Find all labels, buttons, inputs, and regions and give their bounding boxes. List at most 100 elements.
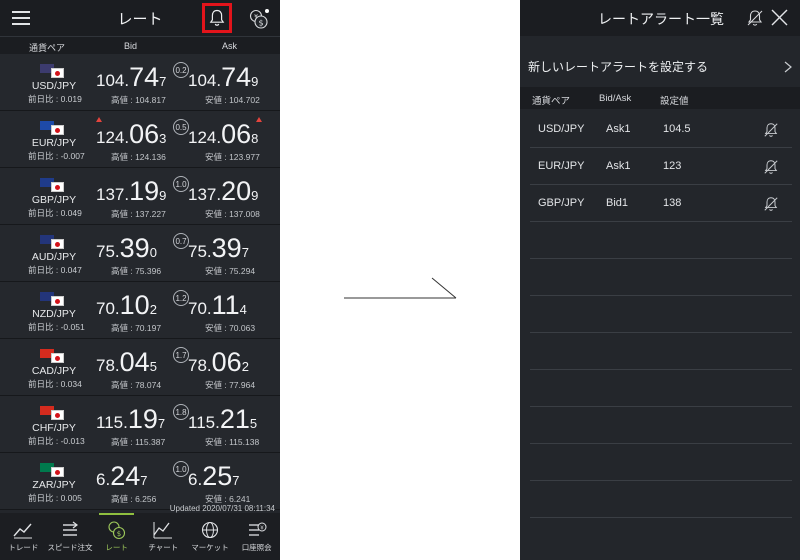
- bid-price-head: 70.: [96, 299, 120, 318]
- rate-screen: レート $ ¥ 通貨ペア Bid Ask USD/JPY 前日比 : 0.019…: [0, 0, 280, 560]
- tab-label: マーケット: [191, 543, 229, 552]
- rate-row[interactable]: EUR/JPY 前日比 : -0.007 124.063 0.5 124.068…: [0, 111, 280, 168]
- empty-alert-row: [530, 370, 792, 407]
- new-alert-label: 新しいレートアラートを設定する: [528, 60, 709, 74]
- ask-price[interactable]: 104.749: [188, 62, 258, 92]
- new-alert-button[interactable]: 新しいレートアラートを設定する: [520, 50, 800, 84]
- high-price: 高値 : 75.396: [111, 266, 162, 276]
- spread-badge: 1.8: [173, 404, 189, 420]
- low-price: 安値 : 77.964: [205, 380, 256, 390]
- bid-price-head: 124.: [96, 128, 130, 147]
- pair-name: AUD/JPY: [31, 251, 77, 263]
- currency-flag-icon: [40, 463, 64, 477]
- globe-icon: [201, 521, 219, 539]
- alert-row[interactable]: EUR/JPY Ask1 123: [530, 148, 792, 185]
- bid-price[interactable]: 124.063: [96, 119, 166, 149]
- low-price: 安値 : 115.138: [205, 437, 260, 447]
- bid-price[interactable]: 115.197: [96, 404, 165, 434]
- delete-alert-bell-off-icon[interactable]: [763, 159, 779, 175]
- alert-row[interactable]: USD/JPY Ask1 104.5: [530, 111, 792, 148]
- alert-value: 138: [663, 197, 682, 209]
- bid-price-head: 115.: [96, 413, 128, 432]
- high-price: 高値 : 104.817: [111, 95, 166, 105]
- currency-flag-icon: [40, 292, 64, 306]
- col-pair: 通貨ペア: [532, 96, 571, 107]
- rate-row[interactable]: AUD/JPY 前日比 : 0.047 75.390 0.7 75.397 高値…: [0, 225, 280, 282]
- alert-pair: GBP/JPY: [538, 197, 585, 209]
- tab-speed-order[interactable]: スピード注文: [47, 513, 94, 560]
- currency-coin-icon[interactable]: $ ¥: [248, 8, 270, 30]
- spread-badge: 0.5: [173, 119, 189, 135]
- col-ask: Ask: [222, 41, 238, 51]
- bid-price-big: 74: [129, 62, 160, 92]
- ask-price[interactable]: 6.257: [188, 461, 239, 491]
- ask-price[interactable]: 137.209: [188, 176, 258, 206]
- bid-price[interactable]: 75.390: [96, 233, 157, 263]
- col-bid-ask: Bid/Ask: [599, 93, 632, 104]
- rate-row[interactable]: USD/JPY 前日比 : 0.019 104.747 0.2 104.749 …: [0, 54, 280, 111]
- rate-row[interactable]: CAD/JPY 前日比 : 0.034 78.045 1.7 78.062 高値…: [0, 339, 280, 396]
- bid-price-tail: 7: [157, 416, 166, 431]
- ask-price[interactable]: 75.397: [188, 233, 249, 263]
- bid-price-head: 78.: [96, 356, 120, 375]
- rate-row[interactable]: GBP/JPY 前日比 : 0.049 137.199 1.0 137.209 …: [0, 168, 280, 225]
- ask-price[interactable]: 78.062: [188, 347, 249, 377]
- ask-price-tail: 9: [251, 74, 259, 89]
- rate-alert-button[interactable]: [202, 3, 232, 33]
- low-price: 安値 : 70.063: [205, 323, 256, 333]
- ask-price-big: 21: [219, 404, 250, 434]
- low-price: 安値 : 75.294: [205, 266, 256, 276]
- bid-price[interactable]: 6.247: [96, 461, 147, 491]
- ask-price-head: 6.: [188, 470, 203, 489]
- alert-pair: EUR/JPY: [538, 160, 585, 172]
- tab-trade-chart[interactable]: トレード: [0, 513, 47, 560]
- bid-price[interactable]: 70.102: [96, 290, 157, 320]
- pair-name: CHF/JPY: [32, 422, 76, 434]
- tab-label: スピード注文: [47, 543, 93, 552]
- svg-text:¥: ¥: [260, 526, 264, 532]
- bid-price[interactable]: 137.199: [96, 176, 166, 206]
- prev-day-change: 前日比 : 0.034: [28, 379, 82, 389]
- tab-label: 口座照会: [241, 543, 272, 552]
- tab-account[interactable]: ¥ 口座照会: [233, 513, 280, 560]
- ask-price-tail: 2: [241, 359, 249, 374]
- prev-day-change: 前日比 : -0.051: [28, 322, 85, 332]
- svg-text:$: $: [258, 19, 263, 28]
- ask-price-tail: 7: [232, 473, 240, 488]
- tab-rate-coin[interactable]: $ レート: [93, 513, 140, 560]
- delete-alert-bell-off-icon[interactable]: [763, 122, 779, 138]
- bid-price-head: 137.: [96, 185, 130, 204]
- alert-page-title: レートアラート一覧: [598, 11, 724, 27]
- bid-price-tail: 3: [159, 131, 167, 146]
- ask-price[interactable]: 115.215: [188, 404, 257, 434]
- ask-price-big: 20: [221, 176, 252, 206]
- delete-alert-bell-off-icon[interactable]: [763, 196, 779, 212]
- currency-flag-icon: [40, 406, 64, 420]
- empty-alert-row: [530, 407, 792, 444]
- tab-chart[interactable]: チャート: [140, 513, 187, 560]
- bid-price[interactable]: 104.747: [96, 62, 166, 92]
- empty-alert-row: [530, 481, 792, 518]
- close-icon[interactable]: [771, 9, 788, 26]
- spread-badge: 1.7: [173, 347, 189, 363]
- ask-price-tail: 9: [251, 188, 259, 203]
- ask-price-big: 11: [211, 290, 240, 320]
- rate-row[interactable]: ZAR/JPY 前日比 : 0.005 6.247 1.0 6.257 高値 :…: [0, 453, 280, 510]
- bid-price[interactable]: 78.045: [96, 347, 157, 377]
- bell-off-icon[interactable]: [746, 9, 764, 27]
- rate-row[interactable]: CHF/JPY 前日比 : -0.013 115.197 1.8 115.215…: [0, 396, 280, 453]
- alert-list: USD/JPY Ask1 104.5 EUR/JPY Ask1 123 GBP/…: [530, 111, 792, 518]
- ask-price[interactable]: 70.114: [188, 290, 247, 320]
- high-price: 高値 : 115.387: [111, 437, 166, 447]
- pair-name: ZAR/JPY: [32, 479, 76, 491]
- rate-row[interactable]: NZD/JPY 前日比 : -0.051 70.102 1.2 70.114 高…: [0, 282, 280, 339]
- ask-price[interactable]: 124.068: [188, 119, 258, 149]
- pair-name: CAD/JPY: [31, 365, 77, 377]
- alert-row[interactable]: GBP/JPY Bid1 138: [530, 185, 792, 222]
- account-icon: ¥: [248, 522, 267, 536]
- bid-price-big: 06: [129, 119, 160, 149]
- ask-price-big: 06: [211, 347, 242, 377]
- pair-name: EUR/JPY: [31, 137, 77, 149]
- tab-globe[interactable]: マーケット: [187, 513, 234, 560]
- col-pair: 通貨ペア: [29, 43, 66, 53]
